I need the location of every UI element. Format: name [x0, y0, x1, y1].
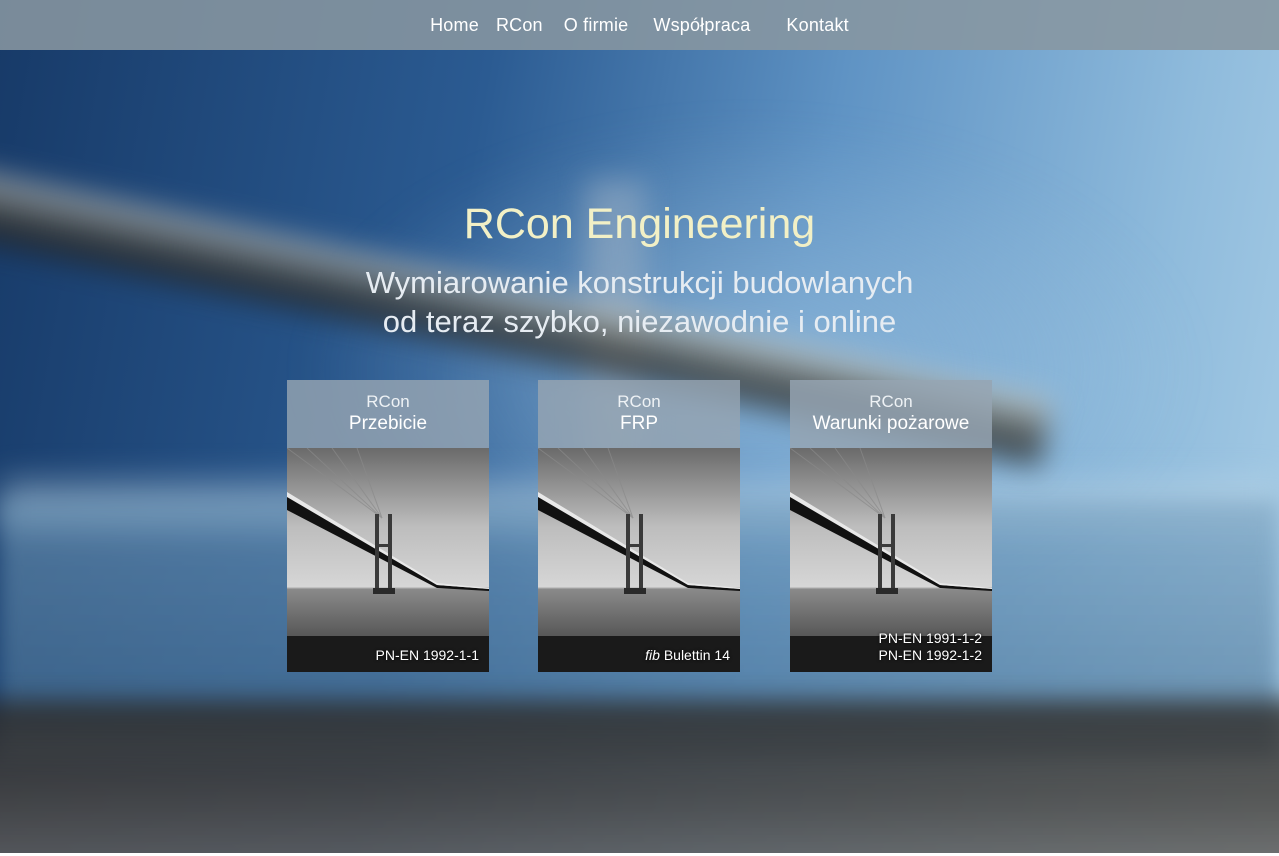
- card-standard-line: PN-EN 1992-1-2: [878, 647, 983, 663]
- card-header: RCon FRP: [538, 380, 740, 448]
- card-title: Przebicie: [348, 413, 428, 434]
- card-standard-line: fib Bulettin 14: [645, 647, 730, 664]
- nav-item-o-firmie[interactable]: O firmie: [564, 15, 629, 36]
- product-card-przebicie[interactable]: RCon Przebicie PN-EN 1992-1-1: [287, 380, 489, 672]
- hero-title: RCon Engineering: [463, 200, 816, 248]
- card-standard-code: fib Bulettin 14: [645, 647, 730, 664]
- card-brand: RCon: [869, 392, 913, 411]
- nav-item-home[interactable]: Home: [430, 15, 479, 36]
- top-navigation: Home RCon O firmie Współpraca Kontakt: [0, 0, 1279, 50]
- bridge-image: PN-EN 1991-1-2 PN-EN 1992-1-2: [790, 448, 992, 672]
- nav-item-kontakt[interactable]: Kontakt: [786, 15, 848, 36]
- card-standard-code: PN-EN 1992-1-1: [376, 647, 480, 664]
- bridge-illustration: [287, 448, 489, 672]
- bridge-illustration: [538, 448, 740, 672]
- bridge-image: PN-EN 1992-1-1: [287, 448, 489, 672]
- landing-page: Home RCon O firmie Współpraca Kontakt RC…: [0, 0, 1279, 856]
- card-standard-line: PN-EN 1992-1-1: [375, 647, 480, 663]
- card-title: FRP: [620, 413, 658, 434]
- card-standard-line: PN-EN 1991-1-2: [878, 630, 983, 646]
- card-brand: RCon: [366, 392, 410, 411]
- hero-subtitle-line-2: od teraz szybko, niezawodnie i online: [382, 304, 897, 339]
- card-brand: RCon: [617, 392, 661, 411]
- card-standard-code: PN-EN 1991-1-2 PN-EN 1992-1-2: [879, 630, 983, 664]
- card-header: RCon Warunki pożarowe: [790, 380, 992, 448]
- hero-subtitle: Wymiarowanie konstrukcji budowlanych od …: [0, 263, 1279, 341]
- card-title: Warunki pożarowe: [812, 413, 970, 434]
- bridge-image: fib Bulettin 14: [538, 448, 740, 672]
- card-standard-prefix: fib: [645, 647, 660, 663]
- hero-subtitle-line-1: Wymiarowanie konstrukcji budowlanych: [365, 265, 914, 300]
- nav-item-wspolpraca[interactable]: Współpraca: [653, 15, 750, 36]
- nav-item-rcon[interactable]: RCon: [496, 15, 543, 36]
- card-standard-suffix: Bulettin 14: [659, 647, 730, 663]
- product-card-warunki-pozarowe[interactable]: RCon Warunki pożarowe PN-EN 1991-1-2 PN-…: [790, 380, 992, 672]
- product-card-frp[interactable]: RCon FRP fib Bulettin 14: [538, 380, 740, 672]
- card-header: RCon Przebicie: [287, 380, 489, 448]
